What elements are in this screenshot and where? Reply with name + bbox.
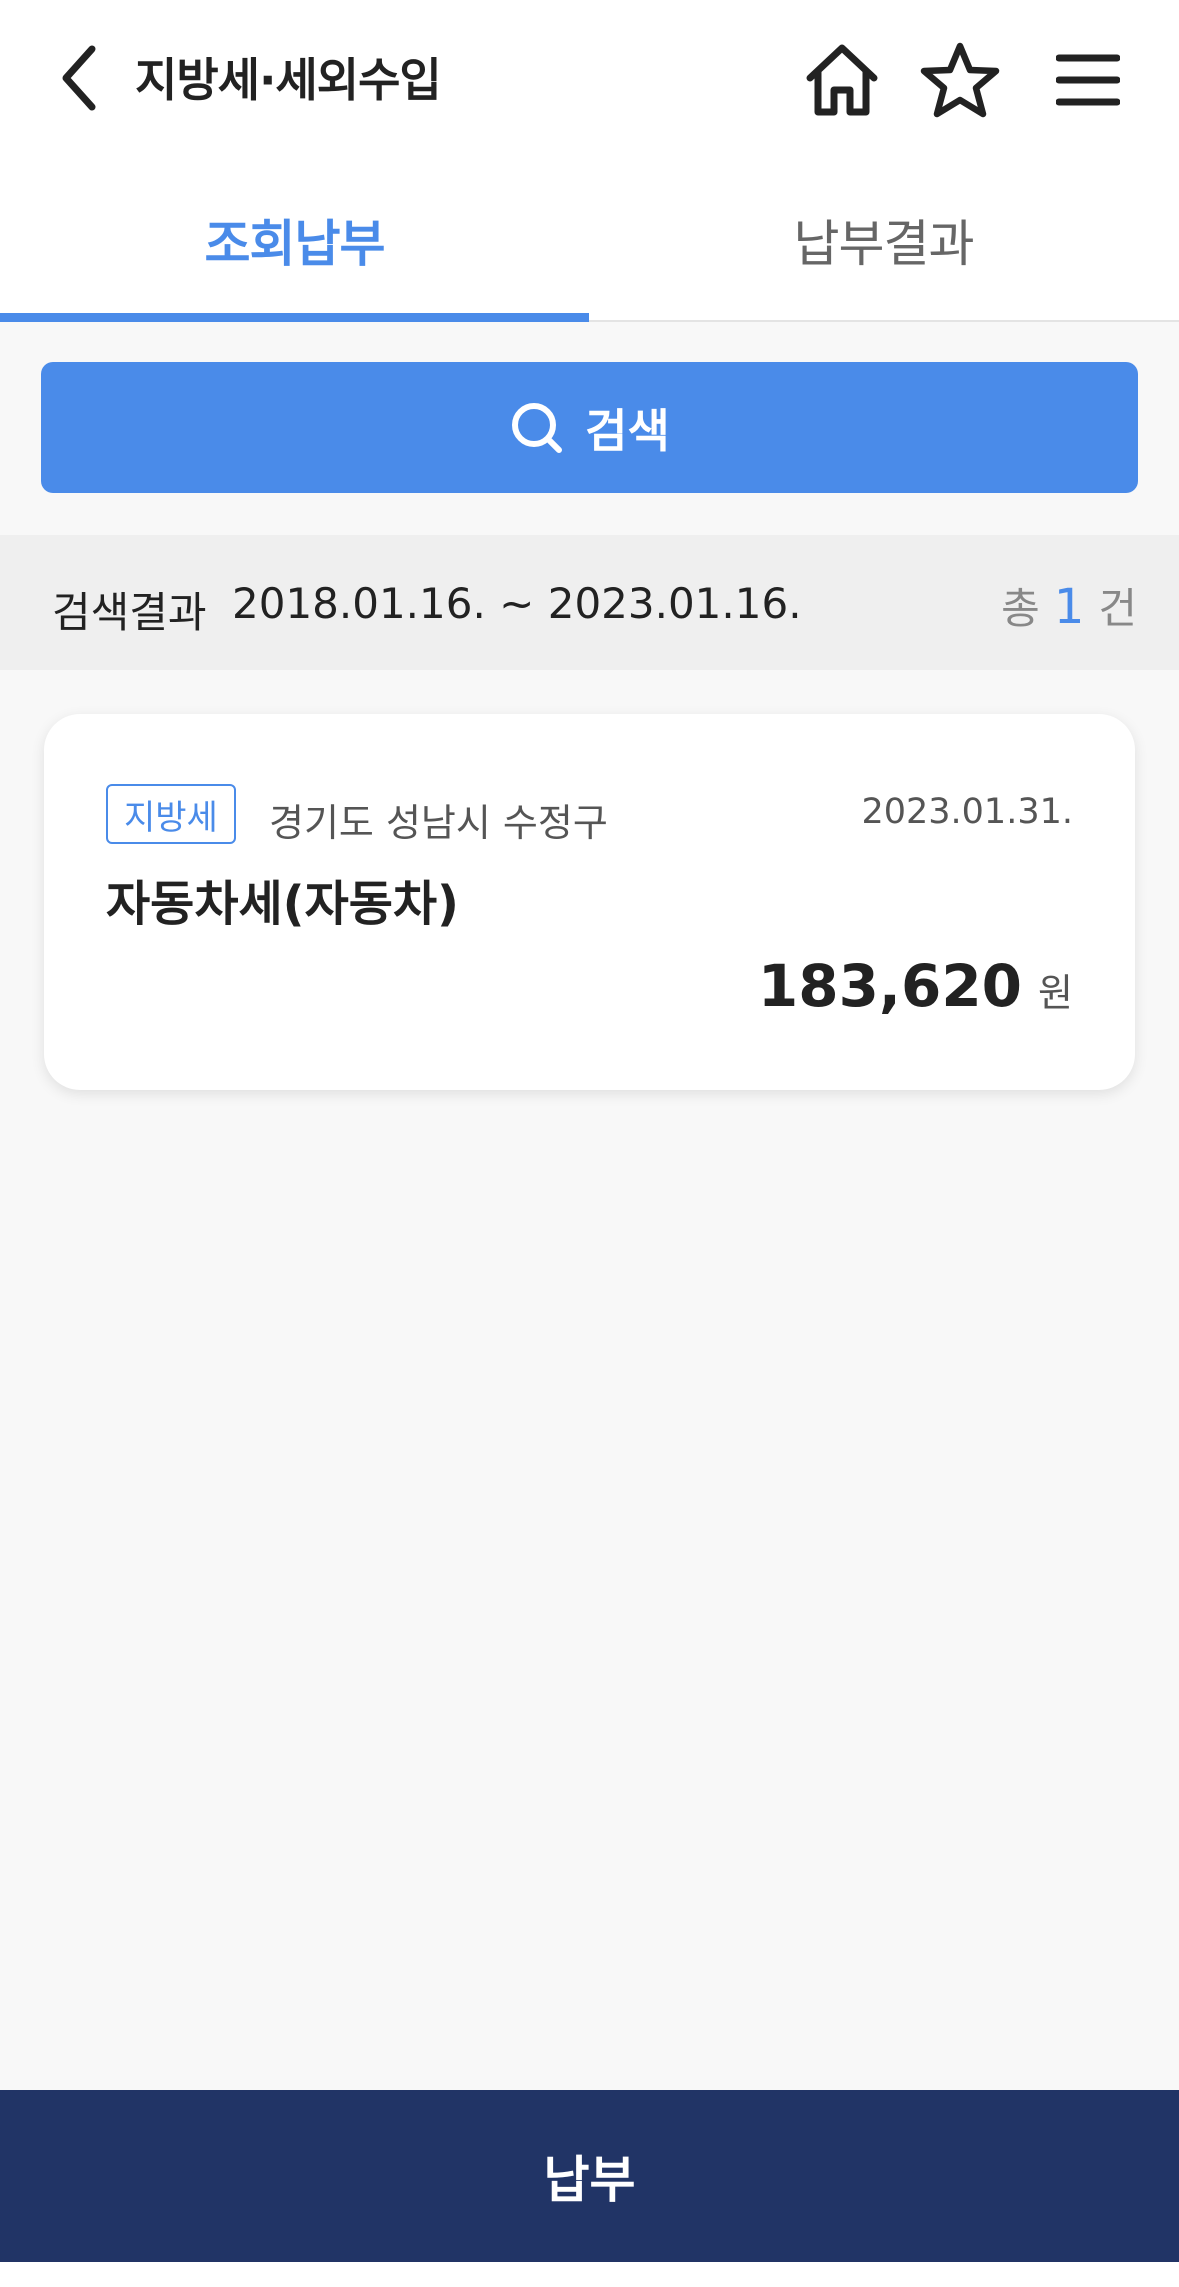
tax-amount-group: 183,620 원 [758, 952, 1073, 1020]
active-tab-indicator [0, 313, 589, 322]
menu-button[interactable] [1046, 38, 1130, 122]
home-button[interactable] [800, 38, 884, 122]
search-icon [512, 402, 563, 453]
result-count-value: 1 [1053, 579, 1085, 635]
home-icon [806, 44, 878, 116]
page-title: 지방세·세외수입 [135, 53, 442, 107]
hamburger-menu-icon [1056, 54, 1120, 106]
tax-region: 경기도 성남시 수정구 [269, 801, 608, 845]
result-label: 검색결과 [52, 588, 207, 637]
chevron-left-icon [62, 45, 96, 111]
result-date-range: 2018.01.16. ~ 2023.01.16. [232, 579, 802, 628]
tab-inquiry-payment[interactable]: 조회납부 [0, 160, 589, 320]
back-button[interactable] [50, 38, 110, 118]
tax-currency: 원 [1038, 971, 1073, 1015]
tax-due-date: 2023.01.31. [861, 792, 1073, 832]
favorite-button[interactable] [918, 38, 1002, 122]
tax-amount: 183,620 [757, 952, 1023, 1020]
search-button-label: 검색 [585, 403, 670, 458]
star-icon [920, 42, 1000, 118]
tab-payment-result[interactable]: 납부결과 [589, 160, 1178, 320]
tax-item-card[interactable]: 지방세 경기도 성남시 수정구 2023.01.31. 자동차세(자동차) 18… [44, 714, 1135, 1090]
result-count: 총 1 건 [1001, 575, 1137, 636]
tax-type-badge: 지방세 [106, 784, 236, 844]
result-count-prefix: 총 [1001, 584, 1040, 633]
app-header: 지방세·세외수입 [0, 0, 1179, 160]
result-count-suffix: 건 [1098, 584, 1137, 633]
tax-item-name: 자동차세(자동차) [106, 876, 459, 932]
tab-bar: 조회납부 납부결과 [0, 160, 1179, 322]
bottom-safe-area [0, 2262, 1179, 2287]
search-result-summary: 검색결과 2018.01.16. ~ 2023.01.16. 총 1 건 [0, 535, 1179, 670]
search-button[interactable]: 검색 [41, 362, 1138, 493]
pay-button[interactable]: 납부 [0, 2090, 1179, 2262]
